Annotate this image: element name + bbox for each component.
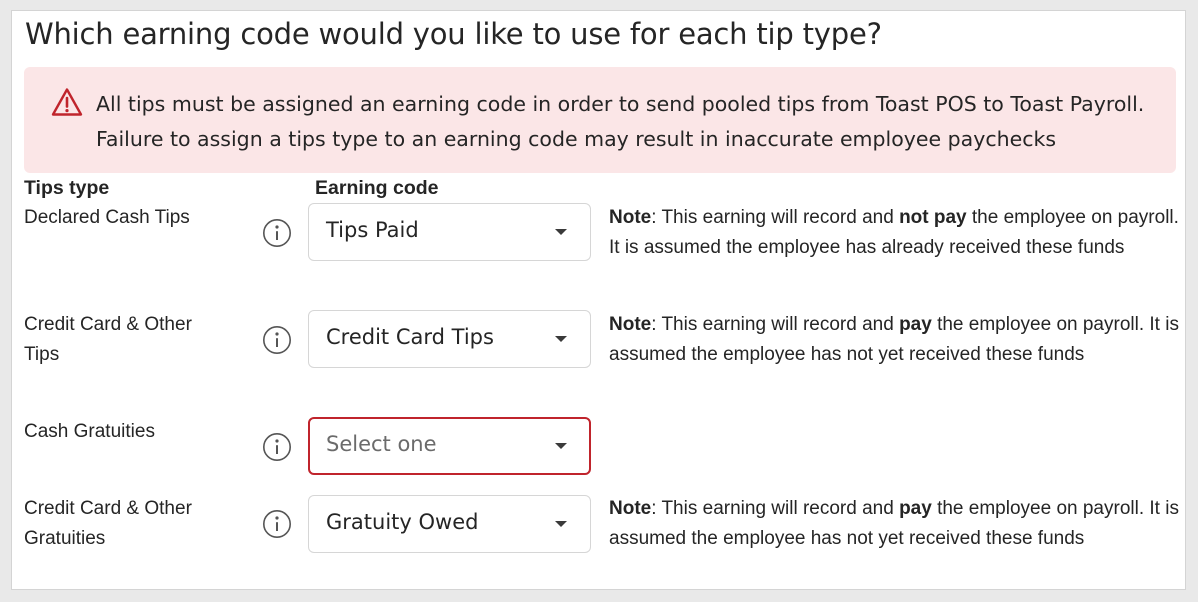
alert-line-1: All tips must be assigned an earning cod… [96, 92, 1145, 116]
chevron-down-icon [555, 443, 567, 449]
info-circle-icon[interactable] [262, 432, 292, 462]
earning-note: Note: This earning will record and pay t… [609, 494, 1179, 554]
note-emphasis: not pay [899, 207, 967, 228]
select-value: Tips Paid [326, 218, 419, 242]
note-text: : This earning will record and [651, 314, 900, 335]
info-circle-icon[interactable] [262, 509, 292, 539]
error-alert: All tips must be assigned an earning cod… [24, 67, 1176, 173]
row-label-cash-gratuities: Cash Gratuities [24, 421, 155, 442]
earning-code-select-cash-gratuities[interactable]: Select one [308, 417, 591, 475]
select-placeholder: Select one [326, 432, 437, 456]
tip-earning-code-panel: Which earning code would you like to use… [11, 10, 1186, 590]
page-title: Which earning code would you like to use… [25, 17, 882, 51]
note-prefix: Note [609, 498, 652, 519]
column-header-tips-type: Tips type [24, 177, 110, 199]
note-prefix: Note [609, 207, 652, 228]
earning-code-select-credit-card-other-gratuities[interactable]: Gratuity Owed [308, 495, 591, 553]
note-emphasis: pay [899, 498, 932, 519]
select-value: Credit Card Tips [326, 325, 494, 349]
alert-message: All tips must be assigned an earning cod… [96, 87, 1171, 157]
row-label-declared-cash-tips: Declared Cash Tips [24, 207, 190, 228]
chevron-down-icon [555, 521, 567, 527]
earning-note: Note: This earning will record and not p… [609, 203, 1179, 263]
earning-code-select-declared-cash-tips[interactable]: Tips Paid [308, 203, 591, 261]
note-text: : This earning will record and [651, 207, 900, 228]
info-circle-icon[interactable] [262, 218, 292, 248]
column-header-earning-code: Earning code [315, 177, 439, 199]
earning-code-select-credit-card-other-tips[interactable]: Credit Card Tips [308, 310, 591, 368]
alert-line-2: Failure to assign a tips type to an earn… [96, 127, 1057, 151]
row-label-credit-card-other-gratuities: Credit Card & Other Gratuities [24, 498, 192, 549]
info-circle-icon[interactable] [262, 325, 292, 355]
warning-triangle-icon [51, 88, 83, 116]
earning-note: Note: This earning will record and pay t… [609, 310, 1179, 370]
row-label-credit-card-other-tips: Credit Card & Other Tips [24, 314, 192, 365]
note-text: : This earning will record and [651, 498, 900, 519]
chevron-down-icon [555, 336, 567, 342]
note-emphasis: pay [899, 314, 932, 335]
note-prefix: Note [609, 314, 652, 335]
select-value: Gratuity Owed [326, 510, 479, 534]
chevron-down-icon [555, 229, 567, 235]
